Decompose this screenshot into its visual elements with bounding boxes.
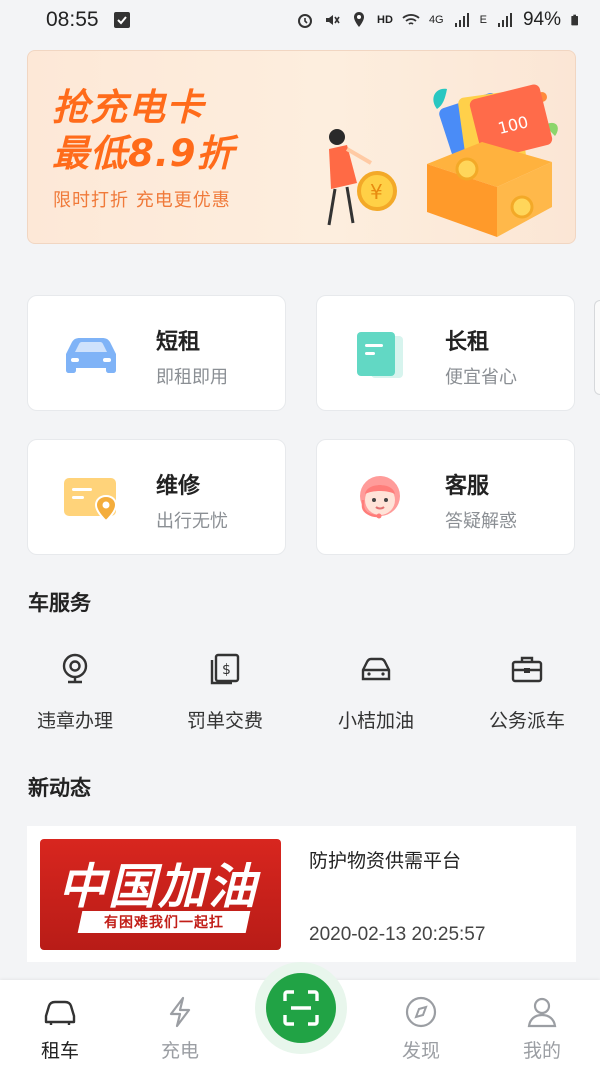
scan-icon	[283, 990, 319, 1026]
card-desc: 便宜省心	[445, 367, 517, 388]
tab-label: 租车	[40, 1040, 79, 1062]
signal-icon	[454, 13, 469, 27]
card-title: 客服	[445, 474, 490, 499]
document-icon	[357, 332, 403, 378]
car-tab-icon	[44, 1000, 76, 1025]
banner-subtext: 限时打折 充电更优惠	[53, 190, 231, 211]
car-front-icon	[361, 657, 391, 681]
news-headline: 防护物资供需平台	[309, 850, 462, 872]
news-image: 中国加油 有困难我们一起扛	[40, 839, 281, 950]
card-desc: 答疑解惑	[445, 511, 517, 532]
service-violation[interactable]: 违章办理	[5, 652, 145, 733]
car-services-list: 违章办理 $ 罚单交费 小桔加油 公务派车	[0, 650, 600, 740]
service-label: 违章办理	[36, 710, 113, 732]
signal-e-label: E	[479, 14, 487, 26]
card-title: 短租	[156, 330, 201, 355]
location-status-icon	[354, 12, 365, 27]
news-section-title: 新动态	[28, 776, 91, 800]
hd-label: HD	[377, 14, 393, 26]
money-bill-icon: $	[210, 653, 240, 685]
news-image-title: 中国加油	[58, 859, 259, 915]
tab-rent[interactable]: 租车	[20, 994, 100, 1063]
scan-button-wrapper	[255, 962, 347, 1054]
tab-label: 我的	[522, 1040, 561, 1062]
status-time: 08:55	[46, 8, 99, 31]
tab-discover[interactable]: 发现	[381, 994, 461, 1063]
tab-charge[interactable]: 充电	[140, 994, 220, 1063]
card-desc: 即租即用	[156, 367, 228, 388]
signal-icon-2	[497, 13, 512, 27]
camera-icon	[62, 653, 88, 684]
tab-label: 充电	[160, 1040, 199, 1062]
service-fine-payment[interactable]: $ 罚单交费	[155, 652, 295, 733]
checkbox-notification-icon	[113, 12, 130, 28]
car-icon	[66, 338, 116, 373]
service-label: 罚单交费	[186, 710, 263, 732]
person-icon	[527, 997, 557, 1028]
scan-button[interactable]	[266, 973, 336, 1043]
tab-label: 发现	[401, 1040, 440, 1062]
battery-percent: 94%	[522, 9, 561, 30]
card-title: 长租	[445, 330, 490, 355]
location-card-icon	[64, 478, 118, 523]
svg-text:$: $	[222, 662, 231, 678]
banner-headline: 抢充电卡 最低8.9折	[52, 85, 235, 177]
customer-service-icon	[360, 476, 400, 519]
card-title: 维修	[156, 474, 201, 499]
news-timestamp: 2020-02-13 20:25:57	[309, 924, 486, 945]
banner-headline-line1: 抢充电卡	[52, 86, 204, 129]
card-repair[interactable]: 维修 出行无忧	[27, 439, 286, 555]
service-label: 公务派车	[488, 710, 565, 732]
tab-mine[interactable]: 我的	[502, 994, 582, 1063]
wifi-icon	[402, 14, 420, 25]
lightning-icon	[169, 996, 191, 1028]
side-edge-handle[interactable]	[594, 300, 600, 395]
alarm-icon	[298, 14, 313, 28]
battery-icon	[571, 14, 578, 26]
service-label: 小桔加油	[337, 710, 414, 732]
service-official-car[interactable]: 公务派车	[457, 652, 597, 733]
mute-icon	[326, 15, 340, 25]
car-services-title: 车服务	[28, 591, 91, 615]
signal-4g-label: 4G	[428, 14, 444, 26]
compass-icon	[405, 996, 437, 1028]
card-long-rent[interactable]: 长租 便宜省心	[316, 295, 575, 411]
card-short-rent[interactable]: 短租 即租即用	[27, 295, 286, 411]
news-item[interactable]: 中国加油 有困难我们一起扛 防护物资供需平台 2020-02-13 20:25:…	[27, 826, 576, 962]
banner-gift-box-illustration: 100 ¥	[327, 84, 558, 237]
card-desc: 出行无忧	[156, 511, 228, 532]
banner-headline-line2: 最低8.9折	[52, 132, 235, 175]
banner-coin-yen: ¥	[370, 180, 383, 204]
status-bar: 08:55 HD 4G E 94%	[0, 0, 600, 40]
service-fuel[interactable]: 小桔加油	[306, 652, 446, 733]
promo-banner[interactable]: 抢充电卡 最低8.9折 限时打折 充电更优惠 100 ¥	[27, 50, 576, 244]
news-image-subtext: 有困难我们一起扛	[104, 915, 224, 931]
briefcase-icon	[511, 656, 543, 683]
card-customer-service[interactable]: 客服 答疑解惑	[316, 439, 575, 555]
